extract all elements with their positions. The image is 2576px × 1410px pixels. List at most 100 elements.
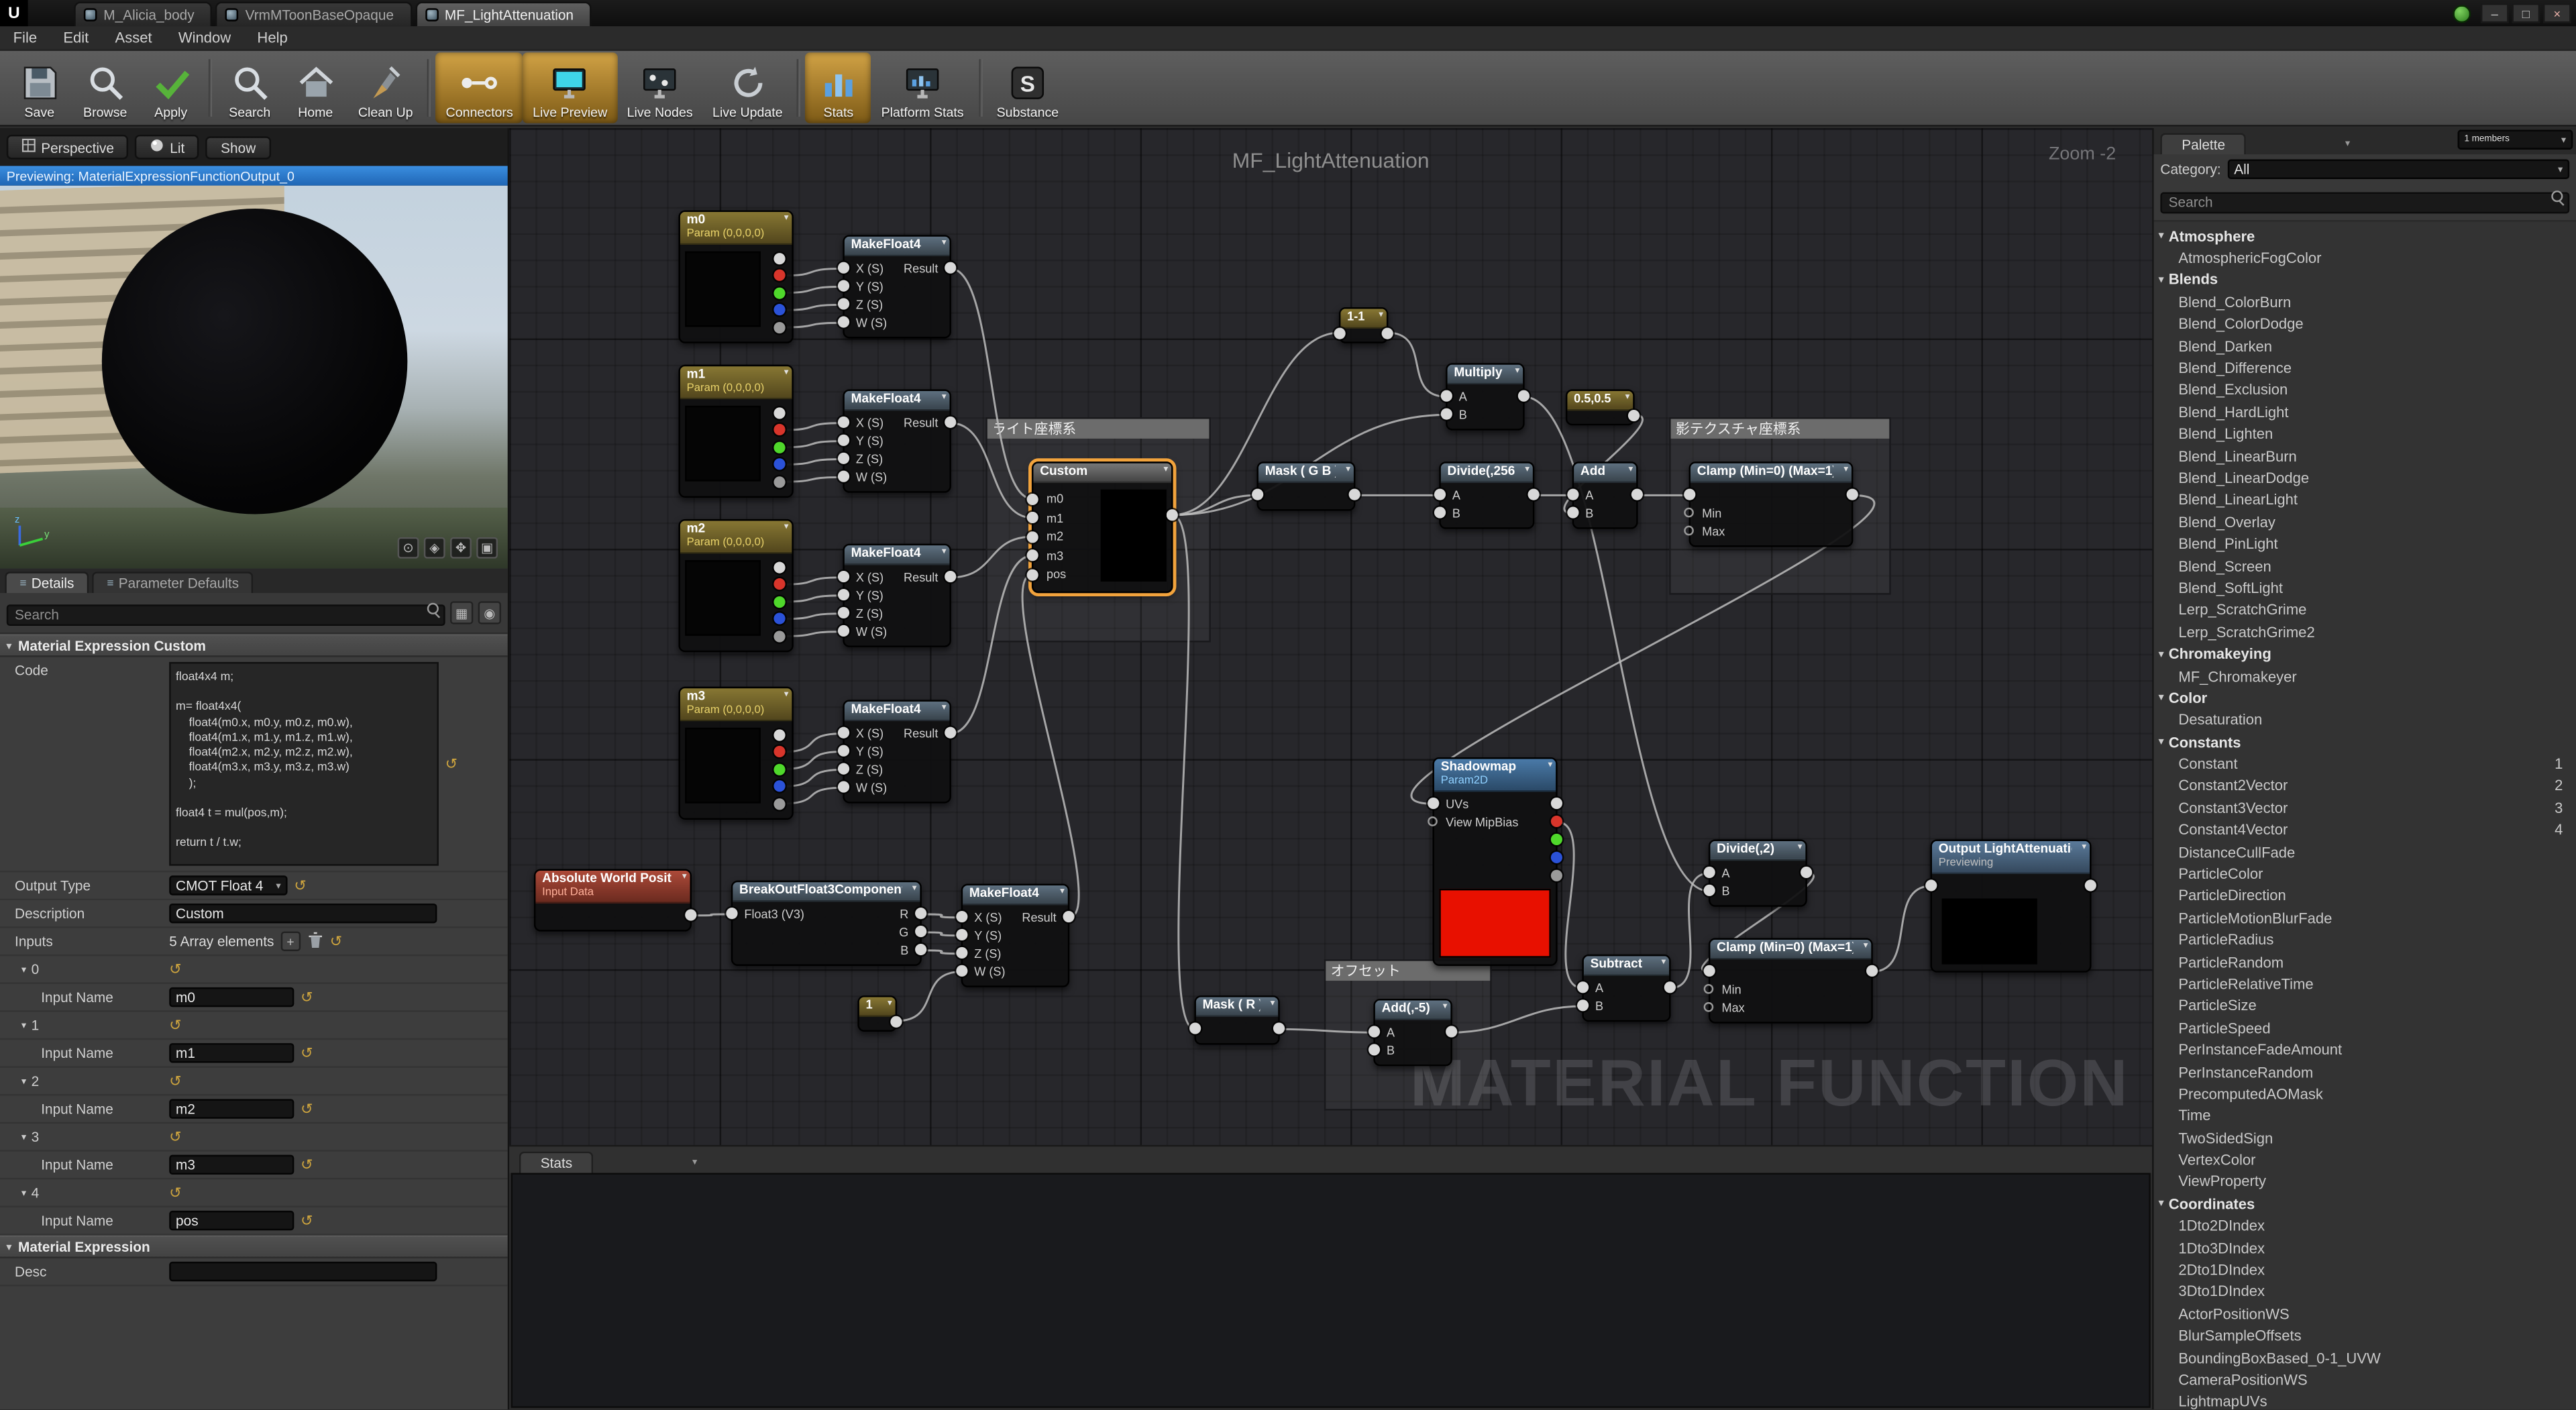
palette-item[interactable]: TwoSidedSign xyxy=(2154,1127,2576,1149)
collapse-arrow-icon[interactable]: ▾ xyxy=(784,213,789,223)
graph-node-clamp1[interactable]: Clamp (Min=0) (Max=1)▾MinMax xyxy=(1689,462,1854,547)
node-pin[interactable] xyxy=(838,608,849,619)
palette-item[interactable]: VertexColor xyxy=(2154,1149,2576,1171)
node-pin[interactable] xyxy=(773,407,785,419)
home-button[interactable]: Home xyxy=(282,52,348,123)
collapse-arrow-icon[interactable]: ▾ xyxy=(1515,366,1520,376)
live-update-button[interactable]: Live Update xyxy=(702,52,792,123)
node-pin[interactable] xyxy=(1704,966,1715,977)
node-pin[interactable] xyxy=(1684,527,1694,537)
collapse-arrow-icon[interactable]: ▾ xyxy=(1798,843,1803,853)
collapse-arrow-icon[interactable]: ▾ xyxy=(1843,465,1848,475)
output-type-select[interactable]: CMOT Float 4▾ xyxy=(169,875,287,895)
node-pin[interactable] xyxy=(1847,490,1858,501)
collapse-arrow-icon[interactable]: ▾ xyxy=(784,690,789,700)
palette-group[interactable]: ▾Atmosphere xyxy=(2154,225,2576,248)
apply-button[interactable]: Apply xyxy=(138,52,204,123)
add-element-button[interactable]: + xyxy=(280,932,300,951)
palette-item[interactable]: Blend_Screen xyxy=(2154,555,2576,577)
tab-stats[interactable]: Stats xyxy=(519,1152,594,1174)
node-pin[interactable] xyxy=(945,572,956,583)
node-pin[interactable] xyxy=(1628,409,1640,421)
node-pin[interactable] xyxy=(1428,817,1438,827)
node-pin[interactable] xyxy=(838,317,849,329)
node-pin[interactable] xyxy=(890,1016,902,1027)
menu-window[interactable]: Window xyxy=(165,30,244,46)
reset-to-default-icon[interactable]: ↺ xyxy=(169,1185,181,1200)
document-tab[interactable]: M_Alicia_body xyxy=(74,1,212,26)
palette-item[interactable]: ParticleSize xyxy=(2154,995,2576,1017)
substance-button[interactable]: SSubstance xyxy=(987,52,1069,123)
palette-item[interactable]: 1Dto3DIndex xyxy=(2154,1237,2576,1259)
palette-item[interactable]: Blend_LinearLight xyxy=(2154,489,2576,511)
palette-item[interactable]: Blend_ColorDodge xyxy=(2154,313,2576,335)
graph-node-clamp2[interactable]: Clamp (Min=0) (Max=1)▾MinMax xyxy=(1709,938,1873,1023)
viewport-option-button[interactable]: ⊙ xyxy=(398,537,419,559)
reset-to-default-icon[interactable]: ↺ xyxy=(169,1130,181,1144)
graph-node-oneminus[interactable]: 1-1▾ xyxy=(1339,307,1388,343)
palette-item[interactable]: PerInstanceFadeAmount xyxy=(2154,1039,2576,1061)
node-pin[interactable] xyxy=(773,253,785,264)
palette-item[interactable]: Blend_Exclusion xyxy=(2154,379,2576,401)
palette-item[interactable]: Blend_HardLight xyxy=(2154,401,2576,423)
node-pin[interactable] xyxy=(773,561,785,573)
close-button[interactable]: × xyxy=(2543,3,2571,23)
node-pin[interactable] xyxy=(1704,885,1715,897)
collapse-arrow-icon[interactable]: ▾ xyxy=(942,547,947,557)
node-pin[interactable] xyxy=(685,910,696,921)
details-search-input[interactable] xyxy=(7,604,445,625)
node-pin[interactable] xyxy=(956,930,967,941)
viewport-camera-button[interactable]: ▣ xyxy=(476,537,498,559)
menu-file[interactable]: File xyxy=(0,30,50,46)
graph-node-mf4[interactable]: MakeFloat4▾X (S)ResultY (S)Z (S)W (S) xyxy=(843,700,951,803)
collapse-arrow-icon[interactable]: ▾ xyxy=(1346,465,1350,475)
collapse-arrow-icon[interactable]: ▾ xyxy=(1443,1002,1448,1012)
node-pin[interactable] xyxy=(773,287,785,299)
node-pin[interactable] xyxy=(773,631,785,642)
node-pin[interactable] xyxy=(773,321,785,333)
viewport-move-button[interactable]: ✥ xyxy=(450,537,472,559)
graph-node-mf2[interactable]: MakeFloat4▾X (S)ResultY (S)Z (S)W (S) xyxy=(843,389,951,492)
node-pin[interactable] xyxy=(838,590,849,601)
node-pin[interactable] xyxy=(838,263,849,274)
collapse-arrow-icon[interactable]: ▾ xyxy=(942,238,947,248)
palette-item[interactable]: Lerp_ScratchGrime2 xyxy=(2154,621,2576,643)
node-pin[interactable] xyxy=(838,417,849,429)
node-pin[interactable] xyxy=(773,424,785,435)
palette-item[interactable]: ActorPositionWS xyxy=(2154,1303,2576,1325)
description-field[interactable] xyxy=(169,904,437,923)
graph-node-bof[interactable]: BreakOutFloat3Components▾Float3 (V3)RGB xyxy=(731,881,922,966)
live-nodes-button[interactable]: Live Nodes xyxy=(617,52,702,123)
palette-group[interactable]: ▾Constants xyxy=(2154,731,2576,753)
graph-node-out[interactable]: Output LightAttenuationPreviewing▾ xyxy=(1931,839,2092,972)
palette-item[interactable]: Blend_Darken xyxy=(2154,335,2576,357)
visibility-button[interactable]: ◉ xyxy=(478,601,501,624)
palette-item[interactable]: BlurSampleOffsets xyxy=(2154,1325,2576,1347)
delete-elements-icon[interactable] xyxy=(307,930,323,952)
palette-item[interactable]: Blend_LinearDodge xyxy=(2154,467,2576,489)
input-name-field[interactable] xyxy=(169,1099,294,1118)
node-pin[interactable] xyxy=(1027,550,1038,561)
minimize-button[interactable]: – xyxy=(2481,3,2509,23)
node-pin[interactable] xyxy=(1866,966,1878,977)
node-pin[interactable] xyxy=(1704,1003,1714,1013)
node-pin[interactable] xyxy=(838,572,849,583)
node-pin[interactable] xyxy=(1704,985,1714,995)
palette-item[interactable]: Constant1 xyxy=(2154,753,2576,775)
section-material-expression-custom[interactable]: ▾Material Expression Custom xyxy=(0,634,508,657)
palette-item[interactable]: MF_Chromakeyer xyxy=(2154,665,2576,687)
node-pin[interactable] xyxy=(1631,490,1643,501)
tab-details[interactable]: ≡Details xyxy=(5,572,89,593)
palette-item[interactable]: ParticleColor xyxy=(2154,863,2576,885)
connectors-button[interactable]: Connectors xyxy=(436,52,523,123)
palette-item[interactable]: Constant2Vector2 xyxy=(2154,775,2576,797)
palette-item[interactable]: ParticleMotionBlurFade xyxy=(2154,907,2576,929)
node-pin[interactable] xyxy=(1349,490,1360,501)
node-pin[interactable] xyxy=(773,613,785,625)
collapse-arrow-icon[interactable]: ▾ xyxy=(888,999,892,1009)
node-pin[interactable] xyxy=(915,908,926,920)
menu-edit[interactable]: Edit xyxy=(50,30,102,46)
palette-item[interactable]: Blend_Overlay xyxy=(2154,511,2576,533)
node-pin[interactable] xyxy=(838,472,849,483)
stats-button[interactable]: Stats xyxy=(806,52,871,123)
